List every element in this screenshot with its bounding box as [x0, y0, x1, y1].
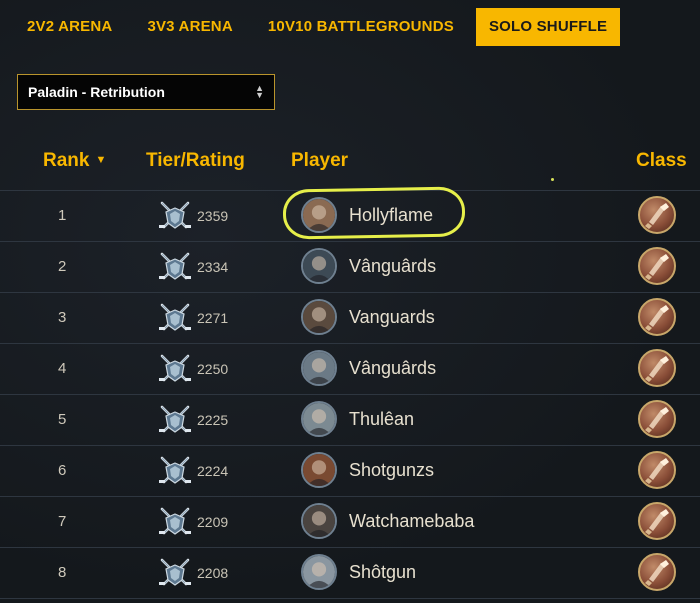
player-name-link[interactable]: Vânguârds	[349, 256, 436, 277]
table-row[interactable]: 5 2225 Thulêan	[0, 394, 700, 445]
rank-value: 2	[58, 258, 67, 275]
tier-crossed-swords-icon	[158, 556, 192, 590]
table-row[interactable]: 4 2250 Vânguârds	[0, 343, 700, 394]
player-name-link[interactable]: Shôtgun	[349, 562, 416, 583]
player-name-link[interactable]: Vanguards	[349, 307, 435, 328]
table-header: Rank ▼ Tier/Rating Player Class	[0, 140, 700, 188]
player-avatar[interactable]	[301, 197, 337, 233]
player-column-header: Player	[291, 150, 349, 171]
player-name-link[interactable]: Watchamebaba	[349, 511, 474, 532]
rating-value: 2271	[197, 310, 229, 326]
paladin-class-icon	[638, 502, 676, 540]
player-avatar[interactable]	[301, 299, 337, 335]
paladin-class-icon	[638, 298, 676, 336]
rank-column-header[interactable]: Rank ▼	[43, 150, 106, 172]
player-avatar[interactable]	[301, 350, 337, 386]
rating-value: 2224	[197, 463, 229, 479]
rank-value: 1	[58, 207, 67, 224]
table-row[interactable]: 6 2224 Shotgunzs	[0, 445, 700, 496]
bracket-tabs: 2V2 ARENA 3V3 ARENA 10V10 BATTLEGROUNDS …	[14, 8, 629, 46]
player-avatar[interactable]	[301, 401, 337, 437]
rating-value: 2225	[197, 412, 229, 428]
table-row[interactable]: 3 2271 Vanguards	[0, 292, 700, 343]
select-arrows-icon: ▲ ▼	[255, 83, 264, 100]
spec-select-value: Paladin - Retribution	[28, 84, 165, 100]
tier-crossed-swords-icon	[158, 199, 192, 233]
paladin-class-icon	[638, 553, 676, 591]
rank-value: 3	[58, 309, 67, 326]
stray-dot	[551, 178, 554, 181]
spec-select[interactable]: Paladin - Retribution ▲ ▼	[17, 74, 275, 110]
rank-header-label: Rank	[43, 150, 90, 171]
table-row[interactable]: 7 2209 Watchamebaba	[0, 496, 700, 547]
player-name-link[interactable]: Vânguârds	[349, 358, 436, 379]
player-name-link[interactable]: Shotgunzs	[349, 460, 434, 481]
tab-10v10-battlegrounds[interactable]: 10V10 BATTLEGROUNDS	[255, 8, 467, 46]
paladin-class-icon	[638, 247, 676, 285]
tier-crossed-swords-icon	[158, 301, 192, 335]
leaderboard-table: 1 2359 Hollyflame 2 2334 Vânguârds 3 227…	[0, 190, 700, 599]
table-row[interactable]: 2 2334 Vânguârds	[0, 241, 700, 292]
tab-solo-shuffle[interactable]: SOLO SHUFFLE	[475, 8, 621, 46]
tier-crossed-swords-icon	[158, 403, 192, 437]
paladin-class-icon	[638, 451, 676, 489]
tier-crossed-swords-icon	[158, 454, 192, 488]
player-avatar[interactable]	[301, 452, 337, 488]
rank-value: 8	[58, 564, 67, 581]
rank-value: 4	[58, 360, 67, 377]
tab-2v2-arena[interactable]: 2V2 ARENA	[14, 8, 125, 46]
paladin-class-icon	[638, 400, 676, 438]
sort-caret-icon: ▼	[95, 154, 107, 166]
tier-crossed-swords-icon	[158, 352, 192, 386]
tier-crossed-swords-icon	[158, 505, 192, 539]
table-row[interactable]: 8 2208 Shôtgun	[0, 547, 700, 599]
rank-value: 7	[58, 513, 67, 530]
rank-value: 5	[58, 411, 67, 428]
player-name-link[interactable]: Thulêan	[349, 409, 414, 430]
player-avatar[interactable]	[301, 554, 337, 590]
class-column-header: Class	[636, 150, 687, 171]
rank-value: 6	[58, 462, 67, 479]
player-avatar[interactable]	[301, 248, 337, 284]
rating-value: 2334	[197, 259, 229, 275]
paladin-class-icon	[638, 196, 676, 234]
tier-crossed-swords-icon	[158, 250, 192, 284]
tier-column-header: Tier/Rating	[146, 150, 245, 171]
tab-3v3-arena[interactable]: 3V3 ARENA	[134, 8, 245, 46]
player-avatar[interactable]	[301, 503, 337, 539]
table-row[interactable]: 1 2359 Hollyflame	[0, 190, 700, 241]
rating-value: 2359	[197, 208, 229, 224]
paladin-class-icon	[638, 349, 676, 387]
rating-value: 2208	[197, 565, 229, 581]
rating-value: 2250	[197, 361, 229, 377]
player-name-link[interactable]: Hollyflame	[349, 205, 433, 226]
rating-value: 2209	[197, 514, 229, 530]
